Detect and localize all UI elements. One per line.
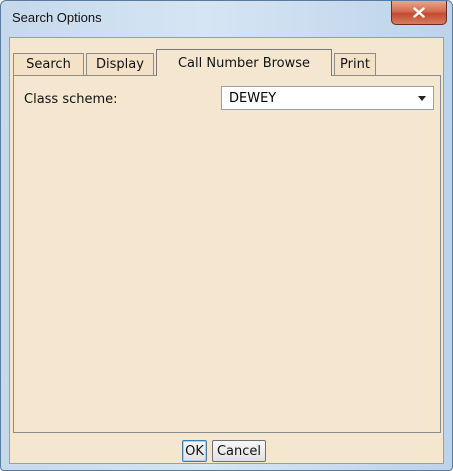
close-button[interactable]	[391, 1, 447, 25]
class-scheme-dropdown[interactable]: DEWEY	[221, 86, 434, 110]
tab-search-label: Search	[26, 57, 71, 72]
title-bar[interactable]: Search Options	[1, 1, 452, 37]
tab-strip: Search Display Call Number Browse Print	[10, 38, 443, 80]
ok-button[interactable]: OK	[182, 440, 207, 462]
tab-display[interactable]: Display	[86, 53, 154, 75]
cancel-button[interactable]: Cancel	[212, 440, 266, 462]
search-options-window: Search Options Search Display Call Numbe…	[0, 0, 453, 471]
class-scheme-value: DEWEY	[229, 91, 277, 106]
tab-print[interactable]: Print	[334, 53, 376, 75]
chevron-down-icon	[418, 96, 426, 101]
tab-print-label: Print	[340, 57, 370, 72]
tab-display-label: Display	[96, 57, 144, 72]
call-number-browse-panel: Class scheme: DEWEY	[13, 75, 441, 433]
tab-call-number-browse-label: Call Number Browse	[177, 55, 311, 71]
dialog-body: Search Display Call Number Browse Print …	[9, 37, 444, 464]
tab-search[interactable]: Search	[13, 53, 84, 75]
window-title: Search Options	[12, 10, 102, 25]
button-row: OK Cancel	[10, 433, 443, 463]
class-scheme-label: Class scheme:	[24, 92, 118, 107]
tab-call-number-browse[interactable]: Call Number Browse	[156, 49, 332, 76]
close-icon	[413, 7, 425, 18]
